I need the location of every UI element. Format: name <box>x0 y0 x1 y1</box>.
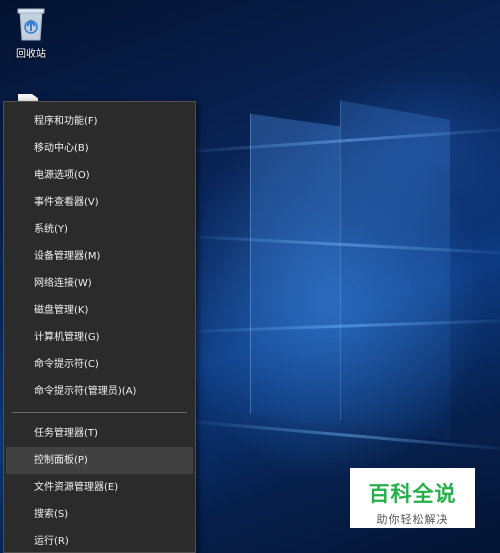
menu-item-computer-management[interactable]: 计算机管理(G) <box>6 324 193 351</box>
menu-item-command-prompt-admin[interactable]: 命令提示符(管理员)(A) <box>6 378 193 405</box>
menu-item-device-manager[interactable]: 设备管理器(M) <box>6 243 193 270</box>
watermark-logo: 百科全说 助你轻松解决 <box>350 468 475 528</box>
menu-item-task-manager[interactable]: 任务管理器(T) <box>6 420 193 447</box>
winx-context-menu: 程序和功能(F) 移动中心(B) 电源选项(O) 事件查看器(V) 系统(Y) … <box>3 101 196 553</box>
menu-item-event-viewer[interactable]: 事件查看器(V) <box>6 189 193 216</box>
menu-item-mobility-center[interactable]: 移动中心(B) <box>6 135 193 162</box>
watermark-title: 百科全说 <box>368 482 457 506</box>
menu-separator <box>12 412 187 413</box>
recycle-bin-icon <box>17 8 45 41</box>
menu-item-disk-management[interactable]: 磁盘管理(K) <box>6 297 193 324</box>
menu-item-system[interactable]: 系统(Y) <box>6 216 193 243</box>
recycle-bin[interactable]: 回收站 <box>8 6 54 60</box>
menu-item-file-explorer[interactable]: 文件资源管理器(E) <box>6 474 193 501</box>
menu-item-run[interactable]: 运行(R) <box>6 528 193 553</box>
wallpaper-pane <box>250 113 340 427</box>
watermark-subtitle: 助你轻松解决 <box>376 513 449 526</box>
menu-item-search[interactable]: 搜索(S) <box>6 501 193 528</box>
menu-item-network-connections[interactable]: 网络连接(W) <box>6 270 193 297</box>
menu-item-command-prompt[interactable]: 命令提示符(C) <box>6 351 193 378</box>
menu-item-control-panel[interactable]: 控制面板(P) <box>6 447 193 474</box>
wallpaper-pane <box>340 100 450 440</box>
wallpaper-beam <box>189 420 500 451</box>
menu-item-programs-features[interactable]: 程序和功能(F) <box>6 108 193 135</box>
recycle-bin-label: 回收站 <box>16 49 46 60</box>
menu-item-power-options[interactable]: 电源选项(O) <box>6 162 193 189</box>
